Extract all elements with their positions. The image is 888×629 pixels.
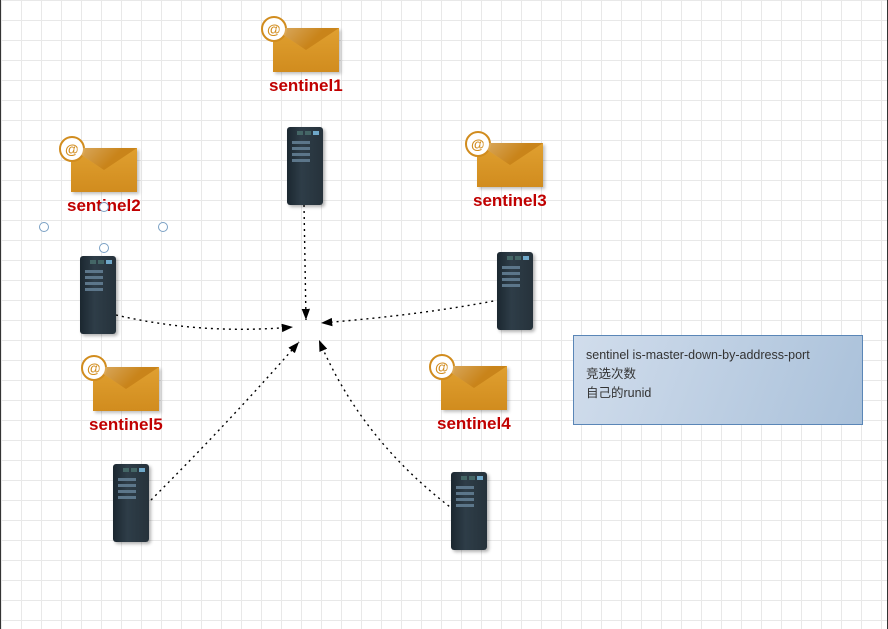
note-line: 自己的runid [586,384,850,403]
sentinel4-label: sentinel4 [437,414,511,434]
at-badge-icon: @ [59,136,85,162]
sentinel4-server-icon [451,472,487,550]
selection-handle-icon [39,222,49,232]
sentinel4-node[interactable]: @ sentinel4 [437,366,511,434]
mail-icon: @ [441,366,507,410]
diagram-canvas: @ sentinel1 @ sentinel2 @ sentinel3 @ se… [0,0,888,629]
sentinel2-server-icon [80,256,116,334]
mail-icon: @ [477,143,543,187]
sentinel5-node[interactable]: @ sentinel5 [89,367,163,435]
note-line: sentinel is-master-down-by-address-port [586,346,850,365]
sentinel5-server-icon [113,464,149,542]
at-badge-icon: @ [261,16,287,42]
at-badge-icon: @ [465,131,491,157]
mail-icon: @ [71,148,137,192]
note-line: 竞选次数 [586,365,850,384]
sentinel3-node[interactable]: @ sentinel3 [473,143,547,211]
sentinel1-server-icon [287,127,323,205]
note-box[interactable]: sentinel is-master-down-by-address-port … [573,335,863,425]
at-badge-icon: @ [81,355,107,381]
sentinel1-node[interactable]: @ sentinel1 [269,28,343,96]
selection-handle-icon [99,243,109,253]
sentinel5-label: sentinel5 [89,415,163,435]
mail-icon: @ [273,28,339,72]
selection-handle-icon [158,222,168,232]
at-badge-icon: @ [429,354,455,380]
selection-handle-icon [99,202,109,212]
sentinel1-label: sentinel1 [269,76,343,96]
sentinel3-server-icon [497,252,533,330]
mail-icon: @ [93,367,159,411]
sentinel3-label: sentinel3 [473,191,547,211]
